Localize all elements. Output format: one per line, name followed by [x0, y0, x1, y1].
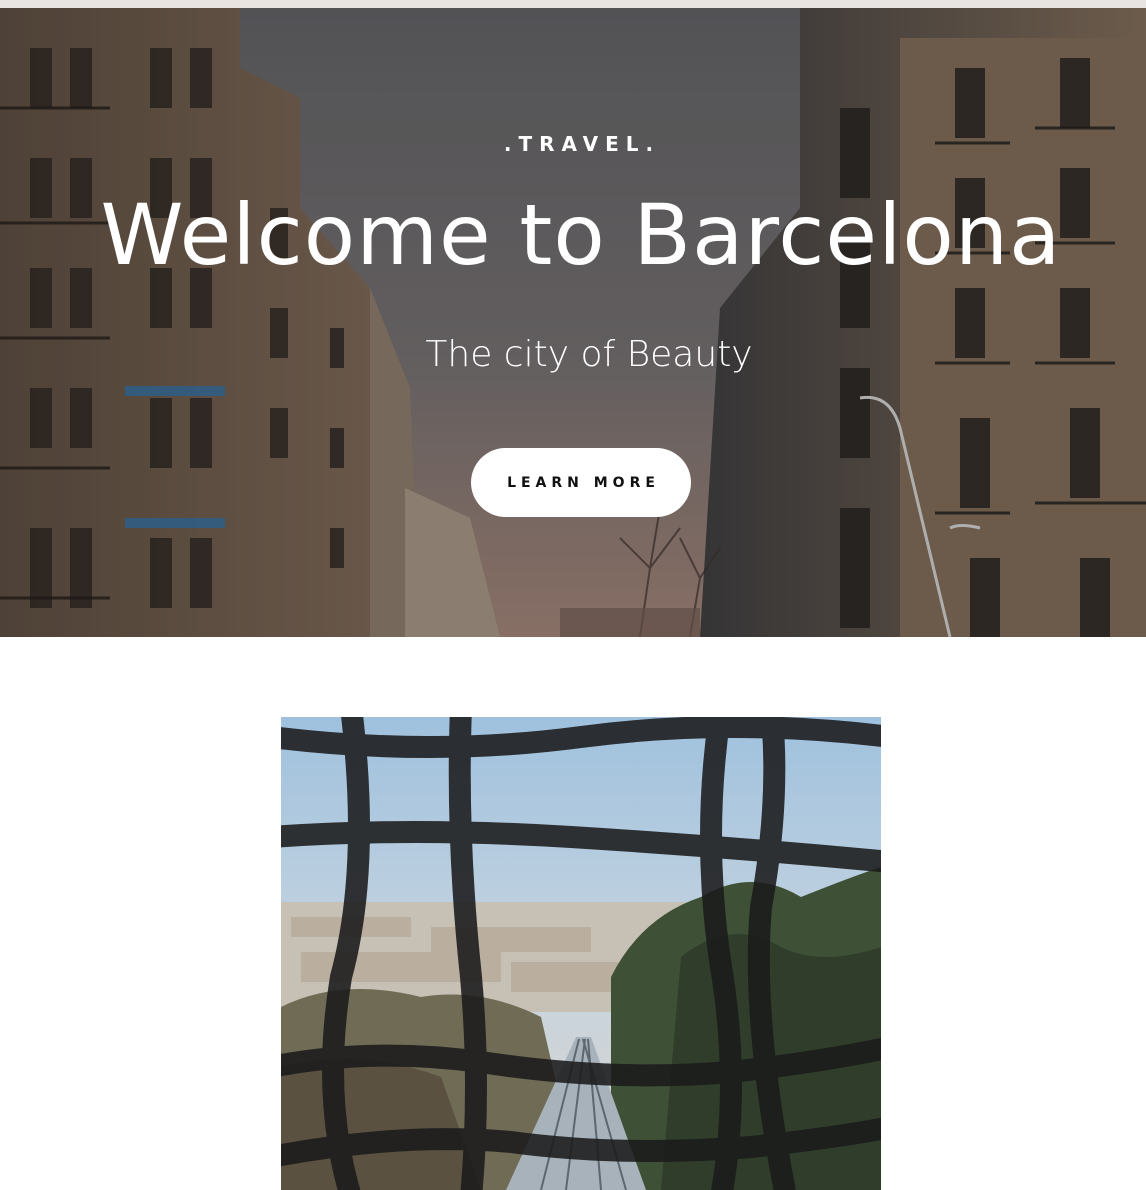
- hero-subtitle: The city of Beauty: [425, 334, 753, 375]
- hero-banner: .TRAVEL. Welcome to Barcelona The city o…: [0, 8, 1146, 637]
- funicular-photo-image: [281, 717, 881, 1190]
- hero-title: Welcome to Barcelona: [100, 186, 1062, 284]
- learn-more-button[interactable]: LEARN MORE: [471, 448, 691, 517]
- hero-overlay: [0, 8, 1146, 637]
- top-strip: [0, 0, 1146, 8]
- hero-eyebrow: .TRAVEL.: [503, 132, 661, 156]
- funicular-photo: [281, 717, 881, 1190]
